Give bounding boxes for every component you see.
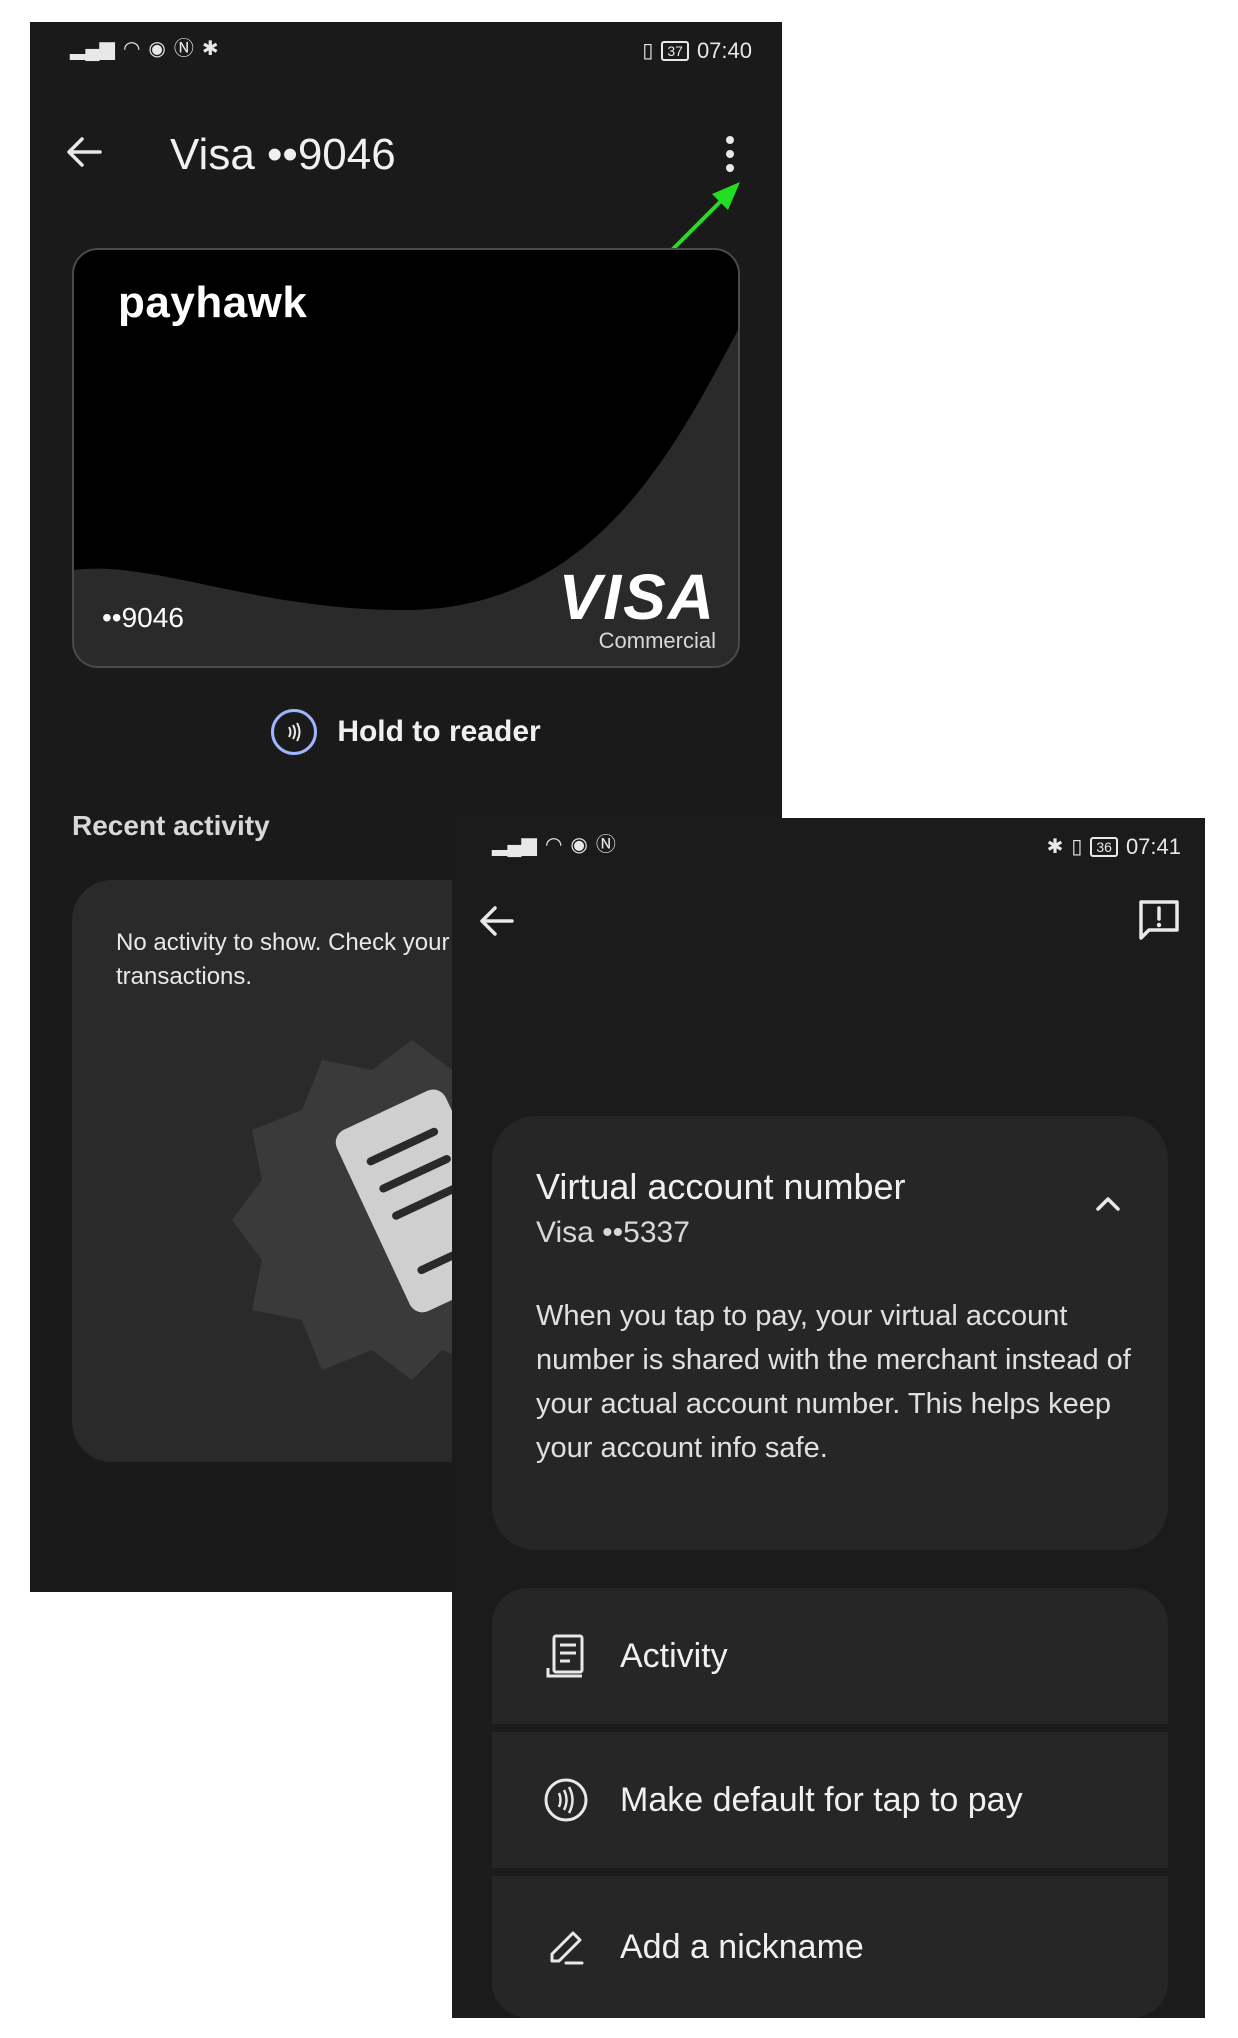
- card-network-logo: VISA: [558, 561, 716, 633]
- hold-to-reader: Hold to reader: [30, 702, 782, 762]
- nfc-icon: Ⓝ: [595, 834, 616, 856]
- status-icons-left: ▂▄▆ ◠ ◉ Ⓝ ✱: [70, 38, 219, 60]
- nfc-icon: Ⓝ: [173, 38, 194, 60]
- status-time: 07:40: [696, 38, 752, 63]
- wifi-icon: ◠: [122, 38, 141, 60]
- battery-icon: 36: [1090, 837, 1118, 857]
- status-time: 07:41: [1125, 834, 1181, 859]
- hold-to-reader-label: Hold to reader: [337, 715, 541, 748]
- wifi-icon: ◠: [544, 834, 563, 856]
- back-arrow-icon[interactable]: [60, 128, 108, 176]
- chevron-up-icon[interactable]: [1092, 1188, 1124, 1220]
- status-icons-left: ▂▄▆ ◠ ◉ Ⓝ: [492, 834, 616, 856]
- add-nickname-label: Add a nickname: [620, 1927, 864, 1966]
- card-network-subtitle: Commercial: [598, 628, 716, 653]
- recent-activity-title: Recent activity: [72, 810, 270, 841]
- page-title: Visa ••9046: [170, 130, 396, 179]
- receipt-icon: [536, 1626, 596, 1686]
- eye-icon: ◉: [148, 38, 166, 60]
- edit-icon: [536, 1917, 596, 1977]
- bluetooth-icon: ✱: [1046, 836, 1064, 858]
- make-default-label: Make default for tap to pay: [620, 1780, 1023, 1819]
- feedback-icon[interactable]: [1135, 896, 1183, 944]
- vibrate-icon: ▯: [1071, 836, 1083, 858]
- card-last4: ••9046: [102, 602, 184, 633]
- contactless-icon: [536, 1770, 596, 1830]
- add-nickname-option[interactable]: Add a nickname: [492, 1876, 1168, 2018]
- eye-icon: ◉: [570, 834, 588, 856]
- activity-option[interactable]: Activity: [492, 1588, 1168, 1724]
- bluetooth-icon: ✱: [201, 38, 219, 60]
- card-details-screen: ▂▄▆ ◠ ◉ Ⓝ ✱ ▯ 36 07:41 Virtual account n…: [452, 818, 1205, 2018]
- battery-icon: 37: [661, 41, 689, 61]
- virtual-account-number-panel[interactable]: Virtual account number Visa ••5337 When …: [492, 1116, 1168, 1550]
- payment-card[interactable]: payhawk ••9046 VISA Commercial: [72, 248, 740, 668]
- card-brand-logo: payhawk: [118, 278, 308, 327]
- signal-icon: ▂▄▆: [70, 38, 115, 60]
- van-subtitle: Visa ••5337: [536, 1216, 690, 1249]
- status-bar: ▂▄▆ ◠ ◉ Ⓝ ✱ ▯ 37 07:40: [30, 22, 782, 78]
- more-vert-icon[interactable]: [718, 130, 742, 178]
- activity-label: Activity: [620, 1636, 728, 1675]
- back-arrow-icon[interactable]: [474, 898, 520, 944]
- make-default-option[interactable]: Make default for tap to pay: [492, 1732, 1168, 1868]
- van-title: Virtual account number: [536, 1166, 906, 1207]
- van-description: When you tap to pay, your virtual accoun…: [536, 1300, 1131, 1464]
- status-icons-right: ▯ 37 07:40: [642, 38, 752, 64]
- status-bar: ▂▄▆ ◠ ◉ Ⓝ ✱ ▯ 36 07:41: [452, 818, 1205, 874]
- vibrate-icon: ▯: [642, 40, 654, 62]
- signal-icon: ▂▄▆: [492, 834, 537, 856]
- app-bar: [474, 890, 1183, 950]
- contactless-icon: [271, 709, 318, 755]
- status-icons-right: ✱ ▯ 36 07:41: [1047, 834, 1181, 860]
